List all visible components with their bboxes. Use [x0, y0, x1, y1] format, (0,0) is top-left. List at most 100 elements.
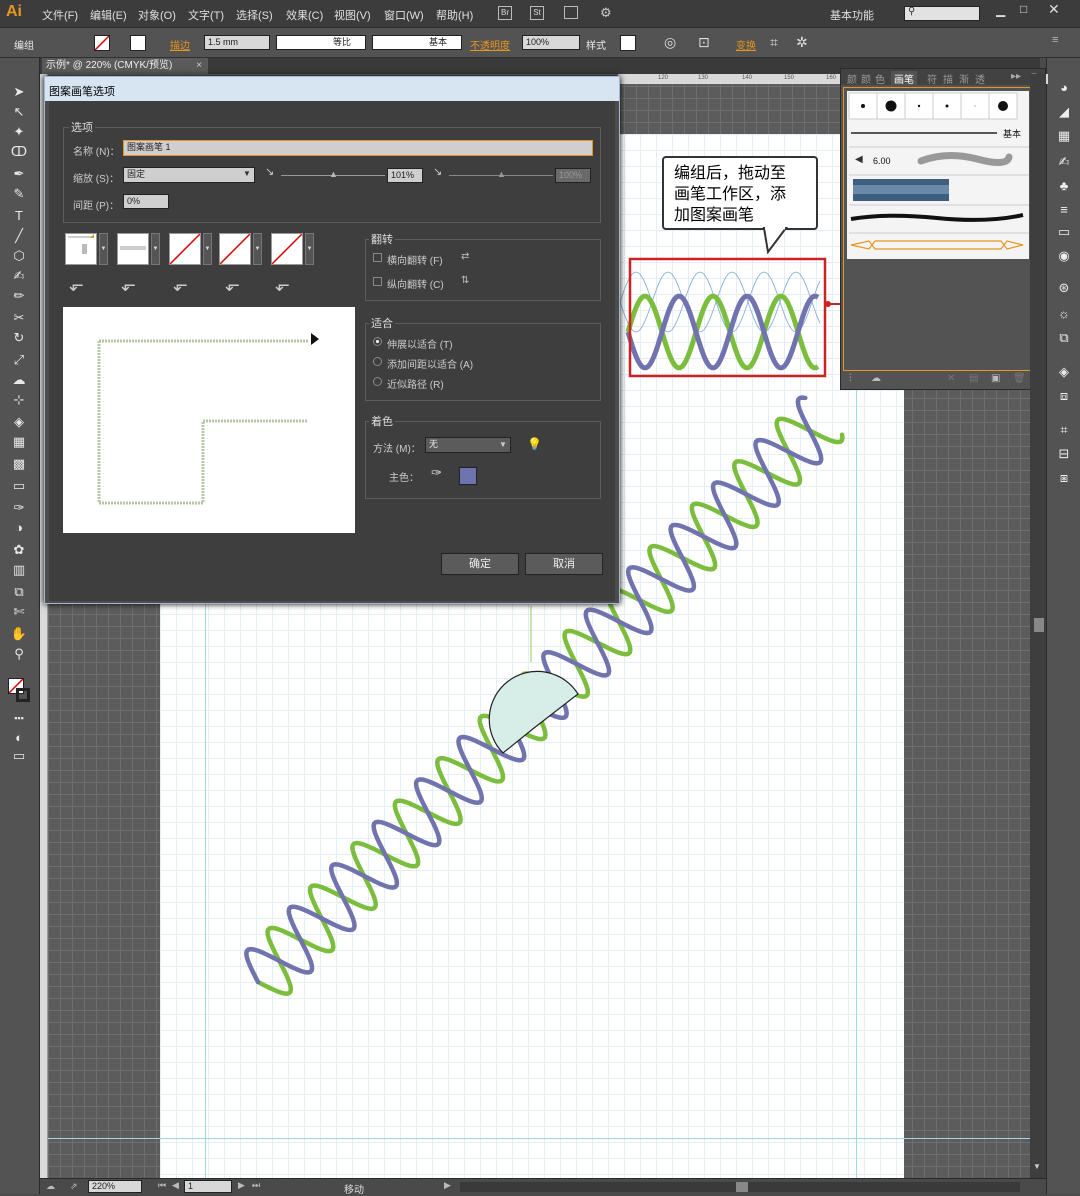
- start-tile-selector[interactable]: [219, 233, 251, 265]
- key-color-swatch[interactable]: [459, 467, 477, 485]
- artboards-icon[interactable]: ⧈: [1055, 388, 1073, 404]
- side-tile-selector[interactable]: [65, 233, 97, 265]
- dialog-body: 选项 名称 (N)： 图案画笔 1 缩放 (S)： 固定 ▼ ↘ ▲ 101% …: [49, 101, 615, 601]
- chevron-down-icon: ▼: [499, 440, 507, 449]
- appearance-icon[interactable]: ☼: [1055, 306, 1073, 322]
- swatches-icon[interactable]: ▦: [1055, 128, 1073, 144]
- tab-swatches[interactable]: 色: [875, 71, 885, 86]
- calligraphic-brushes-row: [848, 92, 1018, 120]
- chevron-down-icon[interactable]: ▼: [305, 233, 314, 265]
- tab-stroke[interactable]: 描: [943, 71, 953, 86]
- flip-vertical-label[interactable]: 纵向翻转 (C): [387, 276, 444, 291]
- colorization-group: [365, 421, 601, 499]
- scale-select[interactable]: 固定: [123, 167, 255, 183]
- tab-gradient[interactable]: 渐: [959, 71, 969, 86]
- scale-max-input[interactable]: 100%: [555, 168, 591, 183]
- fit-approximate-label[interactable]: 近似路径 (R): [387, 376, 444, 391]
- cc-icon[interactable]: ☁: [46, 1181, 55, 1192]
- scale-min-input[interactable]: 101%: [387, 168, 423, 183]
- end-tile-selector[interactable]: [271, 233, 303, 265]
- gradient-panel-icon[interactable]: ▭: [1055, 224, 1073, 240]
- end-tile-icon: ⬐: [275, 275, 291, 295]
- page-input[interactable]: 1: [184, 1180, 232, 1193]
- tab-color[interactable]: 颜: [847, 71, 857, 86]
- tab-color-guide[interactable]: 颜: [861, 71, 871, 86]
- fit-stretch-label[interactable]: 伸展以适合 (T): [387, 336, 453, 351]
- next-page-icon[interactable]: ▶: [238, 1180, 245, 1191]
- brush-library-icon[interactable]: ⫶: [849, 373, 852, 384]
- tab-symbols[interactable]: 符: [927, 71, 937, 86]
- color-panel-icon[interactable]: ◕: [1055, 80, 1073, 96]
- ok-button[interactable]: 确定: [441, 553, 519, 575]
- pathfinder-icon[interactable]: ⧆: [1055, 470, 1073, 486]
- scroll-thumb[interactable]: [1034, 618, 1044, 632]
- panel-menu-icon[interactable]: ≡: [1052, 34, 1058, 46]
- tab-brushes[interactable]: 画笔: [891, 71, 917, 86]
- options-group-title: 选项: [69, 119, 95, 135]
- fit-approximate-radio[interactable]: [373, 377, 382, 386]
- new-brush-icon[interactable]: ▣: [991, 373, 1000, 384]
- share-icon[interactable]: ⇗: [70, 1181, 78, 1192]
- fit-add-space-radio[interactable]: [373, 357, 382, 366]
- scale-label: 缩放 (S)：: [73, 174, 120, 185]
- layers-icon[interactable]: ◈: [1055, 364, 1073, 380]
- chevron-down-icon[interactable]: ▼: [253, 233, 262, 265]
- fit-stretch-radio[interactable]: [373, 337, 382, 346]
- inner-corner-tile-icon: ⬐: [173, 275, 189, 295]
- remove-stroke-icon[interactable]: ✕: [947, 373, 955, 384]
- tab-transparency[interactable]: 透: [975, 71, 985, 86]
- brush-list[interactable]: [847, 91, 1029, 259]
- symbols-icon[interactable]: ♣: [1055, 178, 1073, 194]
- spacing-label: 间距 (P)：: [73, 201, 120, 212]
- flip-horizontal-checkbox[interactable]: [373, 253, 382, 262]
- cc-libraries-icon[interactable]: ⊛: [1055, 280, 1073, 296]
- eyedropper-icon[interactable]: ✑: [431, 465, 442, 481]
- vertical-scrollbar[interactable]: ▼: [1030, 74, 1046, 1178]
- h-scroll-thumb[interactable]: [736, 1182, 748, 1192]
- zoom-input[interactable]: 220%: [88, 1180, 142, 1193]
- flip-vertical-checkbox[interactable]: [373, 277, 382, 286]
- libraries-panel-icon[interactable]: ☁: [871, 373, 881, 384]
- transparency-icon[interactable]: ◉: [1055, 248, 1073, 264]
- stroke-panel-icon[interactable]: ≡: [1055, 202, 1073, 218]
- prev-page-icon[interactable]: ◀: [172, 1180, 179, 1191]
- pattern-tile[interactable]: [619, 271, 821, 371]
- pattern-brush-options-dialog: 图案画笔选项 选项 名称 (N)： 图案画笔 1 缩放 (S)： 固定 ▼ ↘ …: [44, 76, 620, 604]
- flip-group: [365, 239, 601, 301]
- basic-brush-label: 基本: [1003, 129, 1022, 139]
- scroll-down-icon[interactable]: ▼: [1033, 1162, 1041, 1171]
- first-page-icon[interactable]: ⏮: [158, 1180, 166, 1191]
- colorization-group-title: 着色: [369, 413, 395, 429]
- inner-corner-tile-selector[interactable]: [169, 233, 201, 265]
- horizontal-scrollbar[interactable]: [460, 1182, 1020, 1192]
- fit-add-space-label[interactable]: 添加间距以适合 (A): [387, 356, 473, 371]
- key-color-label: 主色：: [389, 473, 419, 484]
- panel-expand-icon[interactable]: ▸▸: [1011, 71, 1021, 82]
- close-icon[interactable]: ✕: [1048, 1, 1060, 18]
- flip-horizontal-label[interactable]: 横向翻转 (F): [387, 252, 443, 267]
- chevron-down-icon[interactable]: ▼: [203, 233, 212, 265]
- spacing-input[interactable]: 0%: [123, 194, 169, 209]
- transform-panel-icon[interactable]: ⌗: [1055, 422, 1073, 438]
- color-guide-icon[interactable]: ◢: [1055, 104, 1073, 120]
- outer-corner-tile-selector[interactable]: [117, 233, 149, 265]
- callout-bubble: 编组后，拖动至 画笔工作区，添 加图案画笔: [662, 156, 818, 230]
- preview-stroke: [97, 341, 307, 505]
- flip-horizontal-icon: ⇄: [461, 251, 470, 262]
- dialog-title: 图案画笔选项: [45, 77, 619, 101]
- brush-options-icon[interactable]: ▤: [969, 373, 978, 384]
- brushes-panel-icon[interactable]: ✍: [1055, 154, 1073, 170]
- align-panel-icon[interactable]: ⊟: [1055, 446, 1073, 462]
- cancel-button[interactable]: 取消: [525, 553, 603, 575]
- callout-tail: [762, 226, 788, 254]
- tips-icon[interactable]: 💡: [527, 437, 542, 451]
- slider-thumb-icon[interactable]: ▲: [329, 169, 338, 179]
- last-page-icon[interactable]: ⏭: [252, 1180, 260, 1191]
- name-input[interactable]: 图案画笔 1: [123, 140, 593, 156]
- delete-brush-icon[interactable]: 🗑: [1013, 373, 1026, 384]
- status-menu-icon[interactable]: ▶: [444, 1180, 451, 1191]
- graphic-styles-icon[interactable]: ⧉: [1055, 330, 1073, 346]
- slider-thumb-icon[interactable]: ▲: [497, 169, 506, 179]
- chevron-down-icon[interactable]: ▼: [99, 233, 108, 265]
- chevron-down-icon[interactable]: ▼: [151, 233, 160, 265]
